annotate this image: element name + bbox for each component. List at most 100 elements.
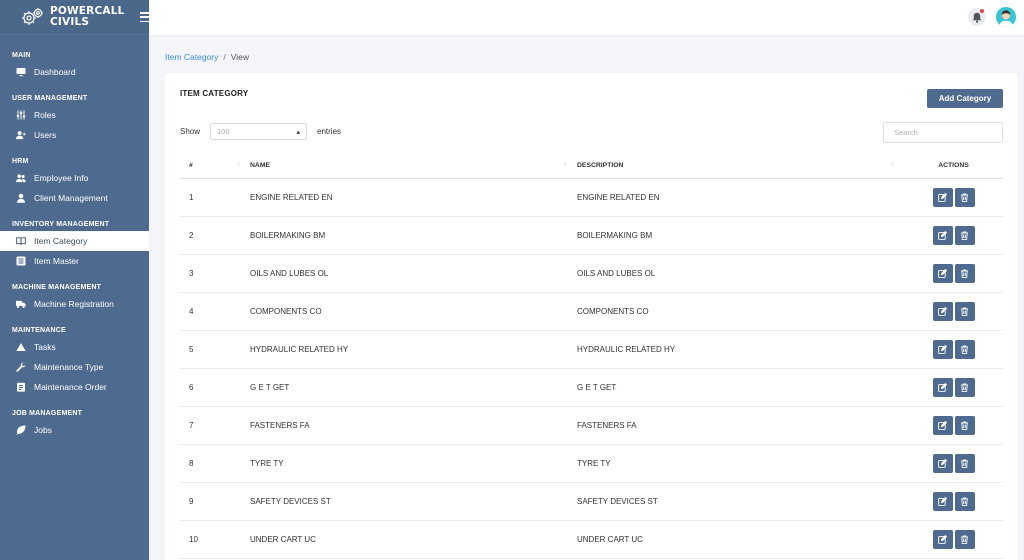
- wrench-icon: [16, 362, 26, 372]
- table-row: 2 BOILERMAKING BM BOILERMAKING BM: [180, 216, 1003, 255]
- add-category-button[interactable]: Add Category: [927, 89, 1003, 108]
- edit-button[interactable]: [932, 339, 953, 359]
- section-maintenance: MAINTENANCE: [12, 327, 66, 334]
- sidebar-nav: MAIN Dashboard USER MANAGEMENT Roles Use…: [0, 35, 149, 440]
- sidebar-item-maintenance-type[interactable]: Maintenance Type: [0, 357, 149, 377]
- avatar[interactable]: [996, 7, 1016, 27]
- search-input[interactable]: [883, 122, 1003, 143]
- trash-icon: [960, 535, 969, 544]
- trash-icon: [960, 497, 969, 506]
- edit-icon: [938, 382, 947, 392]
- cell-name: OILS AND LUBES OL: [250, 254, 577, 293]
- cell-name: COMPONENTS CO: [250, 292, 577, 331]
- column-header-description[interactable]: DESCRIPTION ↑↓: [577, 153, 904, 179]
- triangle-icon: [16, 342, 26, 352]
- cell-actions: [904, 520, 1003, 559]
- page-size-select[interactable]: 100 ▴: [210, 123, 308, 140]
- brand-logo[interactable]: POWERCALL CIVILS: [20, 6, 124, 28]
- sidebar-item-label: Item Master: [34, 256, 79, 266]
- topbar: [149, 0, 1024, 35]
- edit-icon: [938, 192, 947, 202]
- edit-button[interactable]: [932, 377, 953, 397]
- edit-button[interactable]: [932, 453, 953, 473]
- sort-select-icon: ▴: [296, 128, 301, 136]
- cell-description: G E T GET: [577, 368, 904, 407]
- sidebar-item-label: Users: [34, 130, 57, 140]
- trash-icon: [960, 383, 969, 392]
- edit-button[interactable]: [932, 263, 953, 283]
- column-header-num[interactable]: # ↑↓: [180, 153, 250, 179]
- sidebar-item-label: Maintenance Type: [34, 362, 104, 372]
- edit-icon: [938, 458, 947, 468]
- edit-icon: [938, 496, 947, 506]
- section-main: MAIN: [12, 52, 31, 59]
- cell-actions: [904, 330, 1003, 369]
- delete-button[interactable]: [954, 301, 975, 321]
- table-row: 1 ENGINE RELATED EN ENGINE RELATED EN: [180, 178, 1003, 217]
- hamburger-icon[interactable]: [140, 12, 149, 22]
- cell-num: 3: [180, 254, 250, 293]
- column-header-name[interactable]: NAME ↑↓: [250, 153, 577, 179]
- sidebar-item-jobs[interactable]: Jobs: [0, 420, 149, 440]
- delete-button[interactable]: [954, 377, 975, 397]
- sidebar-item-maintenance-order[interactable]: Maintenance Order: [0, 377, 149, 397]
- delete-button[interactable]: [954, 529, 975, 549]
- user-plus-icon: [16, 130, 26, 140]
- sidebar-item-dashboard[interactable]: Dashboard: [0, 62, 149, 82]
- edit-icon: [938, 344, 947, 354]
- section-job-management: JOB MANAGEMENT: [12, 410, 83, 417]
- cell-description: HYDRAULIC RELATED HY: [577, 330, 904, 369]
- table-row: 7 FASTENERS FA FASTENERS FA: [180, 406, 1003, 445]
- sidebar-item-item-master[interactable]: Item Master: [0, 251, 149, 271]
- leaf-icon: [16, 425, 26, 435]
- cell-actions: [904, 406, 1003, 445]
- sidebar-item-roles[interactable]: Roles: [0, 105, 149, 125]
- edit-icon: [938, 230, 947, 240]
- edit-button[interactable]: [932, 301, 953, 321]
- monitor-icon: [16, 67, 26, 77]
- delete-button[interactable]: [954, 263, 975, 283]
- sidebar-item-label: Jobs: [34, 425, 52, 435]
- sidebar-item-item-category[interactable]: Item Category: [0, 231, 149, 251]
- sidebar-item-label: Maintenance Order: [34, 382, 107, 392]
- delete-button[interactable]: [954, 491, 975, 511]
- sidebar-item-tasks[interactable]: Tasks: [0, 337, 149, 357]
- cell-num: 4: [180, 292, 250, 331]
- section-hrm: HRM: [12, 158, 29, 165]
- sidebar-item-users[interactable]: Users: [0, 125, 149, 145]
- truck-icon: [16, 299, 26, 309]
- sidebar-item-client-management[interactable]: Client Management: [0, 188, 149, 208]
- cell-description: TYRE TY: [577, 444, 904, 483]
- clipboard-icon: [16, 382, 26, 392]
- edit-button[interactable]: [932, 415, 953, 435]
- cell-name: ENGINE RELATED EN: [250, 178, 577, 217]
- cell-num: 2: [180, 216, 250, 255]
- brand: POWERCALL CIVILS: [0, 0, 149, 35]
- notification-button[interactable]: [968, 8, 986, 26]
- cell-actions: [904, 368, 1003, 407]
- sidebar-item-employee-info[interactable]: Employee Info: [0, 168, 149, 188]
- breadcrumb-current: View: [230, 52, 250, 62]
- card-title: ITEM CATEGORY: [180, 89, 249, 98]
- breadcrumb-link[interactable]: Item Category: [165, 52, 218, 62]
- brand-line2: CIVILS: [50, 16, 90, 28]
- delete-button[interactable]: [954, 225, 975, 245]
- section-machine-management: MACHINE MANAGEMENT: [12, 284, 102, 291]
- delete-button[interactable]: [954, 339, 975, 359]
- edit-button[interactable]: [932, 225, 953, 245]
- sidebar-item-label: Item Category: [34, 236, 88, 246]
- breadcrumb: Item Category / View: [165, 52, 249, 62]
- delete-button[interactable]: [954, 187, 975, 207]
- sidebar-item-machine-registration[interactable]: Machine Registration: [0, 294, 149, 314]
- cell-name: BOILERMAKING BM: [250, 216, 577, 255]
- sidebar-item-label: Roles: [34, 110, 56, 120]
- delete-button[interactable]: [954, 453, 975, 473]
- edit-button[interactable]: [932, 187, 953, 207]
- cell-actions: [904, 482, 1003, 521]
- delete-button[interactable]: [954, 415, 975, 435]
- edit-button[interactable]: [932, 529, 953, 549]
- cell-name: G E T GET: [250, 368, 577, 407]
- cell-name: FASTENERS FA: [250, 406, 577, 445]
- page-size-control: Show 100 ▴ entries: [180, 123, 341, 140]
- edit-button[interactable]: [932, 491, 953, 511]
